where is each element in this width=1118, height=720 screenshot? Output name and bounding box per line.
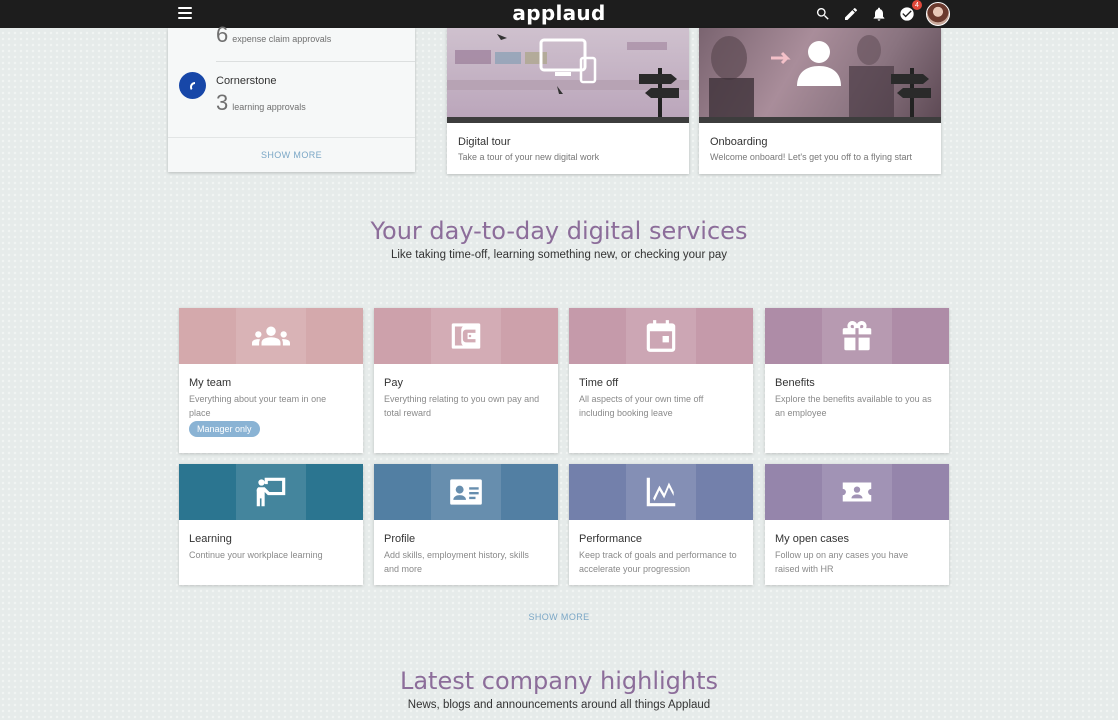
- tile-my-open-cases[interactable]: My open cases Follow up on any cases you…: [765, 464, 949, 585]
- tile-header: [765, 464, 949, 520]
- tile-benefits[interactable]: Benefits Explore the benefits available …: [765, 308, 949, 453]
- tile-description: Everything relating to you own pay and t…: [384, 394, 540, 418]
- tile-header: [179, 464, 363, 520]
- tile-header: [765, 308, 949, 364]
- approval-label: learning approvals: [232, 102, 306, 112]
- tour-title: Digital tour: [458, 136, 511, 148]
- divider: [216, 61, 415, 62]
- tile-title: Performance: [579, 533, 642, 545]
- top-bar-actions: 4: [814, 0, 950, 28]
- approval-count: 3: [216, 90, 229, 115]
- cornerstone-name: Cornerstone: [216, 75, 277, 87]
- onboarding-image: [699, 28, 941, 117]
- approval-count: 6: [216, 22, 229, 47]
- tile-title: Time off: [579, 377, 619, 389]
- tile-learning[interactable]: Learning Continue your workplace learnin…: [179, 464, 363, 585]
- top-bar: applaud 4: [0, 0, 1118, 28]
- onboarding-card[interactable]: Onboarding Welcome onboard! Let's get yo…: [699, 28, 941, 174]
- app-logo[interactable]: applaud: [0, 1, 1118, 25]
- digital-tour-card[interactable]: Digital tour Take a tour of your new dig…: [447, 28, 689, 174]
- services-subheading: Like taking time-off, learning something…: [390, 249, 728, 261]
- cornerstone-logo-icon: [179, 72, 206, 99]
- tile-title: My team: [189, 377, 232, 389]
- presenter-icon: [256, 477, 286, 507]
- tile-time-off[interactable]: Time off All aspects of your own time of…: [569, 308, 753, 453]
- highlights-subheading: News, blogs and announcements around all…: [407, 699, 711, 711]
- tile-header: [179, 308, 363, 364]
- approvals-card: 6 expense claim approvals Cornerstone 3 …: [168, 22, 415, 172]
- tile-performance[interactable]: Performance Keep track of goals and perf…: [569, 464, 753, 585]
- tile-description: All aspects of your own time off includi…: [579, 394, 704, 418]
- tile-pay[interactable]: Pay Everything relating to you own pay a…: [374, 308, 558, 453]
- tile-description: Follow up on any cases you have raised w…: [775, 550, 909, 574]
- tile-title: Learning: [189, 533, 232, 545]
- user-avatar[interactable]: [926, 2, 950, 26]
- card-strip: [699, 117, 941, 123]
- approval-label: expense claim approvals: [232, 34, 332, 44]
- tile-header: [374, 308, 558, 364]
- tile-profile[interactable]: Profile Add skills, employment history, …: [374, 464, 558, 585]
- tile-description: Everything about your team in one place: [189, 394, 327, 418]
- tile-title: Pay: [384, 377, 403, 389]
- highlights-heading: Latest company highlights: [399, 667, 719, 695]
- digital-tour-image: [447, 28, 689, 117]
- tile-description: Explore the benefits available to you as…: [775, 394, 932, 418]
- gift-icon: [842, 320, 872, 351]
- tile-description: Keep track of goals and performance to a…: [579, 550, 737, 574]
- tile-header: [569, 464, 753, 520]
- tour-subtitle: Welcome onboard! Let's get you off to a …: [710, 152, 912, 162]
- search-icon[interactable]: [814, 5, 832, 23]
- tile-description: Continue your workplace learning: [189, 550, 323, 560]
- bell-icon[interactable]: [870, 5, 888, 23]
- expense-approvals[interactable]: 6 expense claim approvals: [216, 22, 331, 48]
- services-heading: Your day-to-day digital services: [370, 217, 748, 245]
- tile-header: [569, 308, 753, 364]
- pencil-icon[interactable]: [842, 5, 860, 23]
- learning-approvals[interactable]: 3 learning approvals: [216, 90, 306, 116]
- tile-header: [374, 464, 558, 520]
- wallet-icon: [451, 323, 481, 349]
- tile-description: Add skills, employment history, skills a…: [384, 550, 529, 574]
- tile-title: My open cases: [775, 533, 849, 545]
- tour-subtitle: Take a tour of your new digital work: [458, 152, 600, 162]
- tile-title: Benefits: [775, 377, 815, 389]
- tile-my-team[interactable]: My team Everything about your team in on…: [179, 308, 363, 453]
- tile-title: Profile: [384, 533, 416, 545]
- tour-title: Onboarding: [710, 136, 768, 148]
- notification-badge: 4: [912, 0, 922, 10]
- manager-only-badge: Manager only: [189, 421, 260, 437]
- ticket-icon: [842, 482, 872, 502]
- team-icon: [252, 326, 290, 346]
- id-card-icon: [450, 479, 482, 505]
- calendar-icon: [646, 320, 676, 352]
- chart-line-icon: [646, 477, 676, 507]
- approvals-check-icon[interactable]: 4: [898, 0, 922, 23]
- approvals-show-more-button[interactable]: SHOW MORE: [168, 150, 415, 160]
- card-strip: [447, 117, 689, 123]
- divider: [168, 137, 415, 138]
- services-show-more-button[interactable]: SHOW MORE: [0, 612, 1118, 622]
